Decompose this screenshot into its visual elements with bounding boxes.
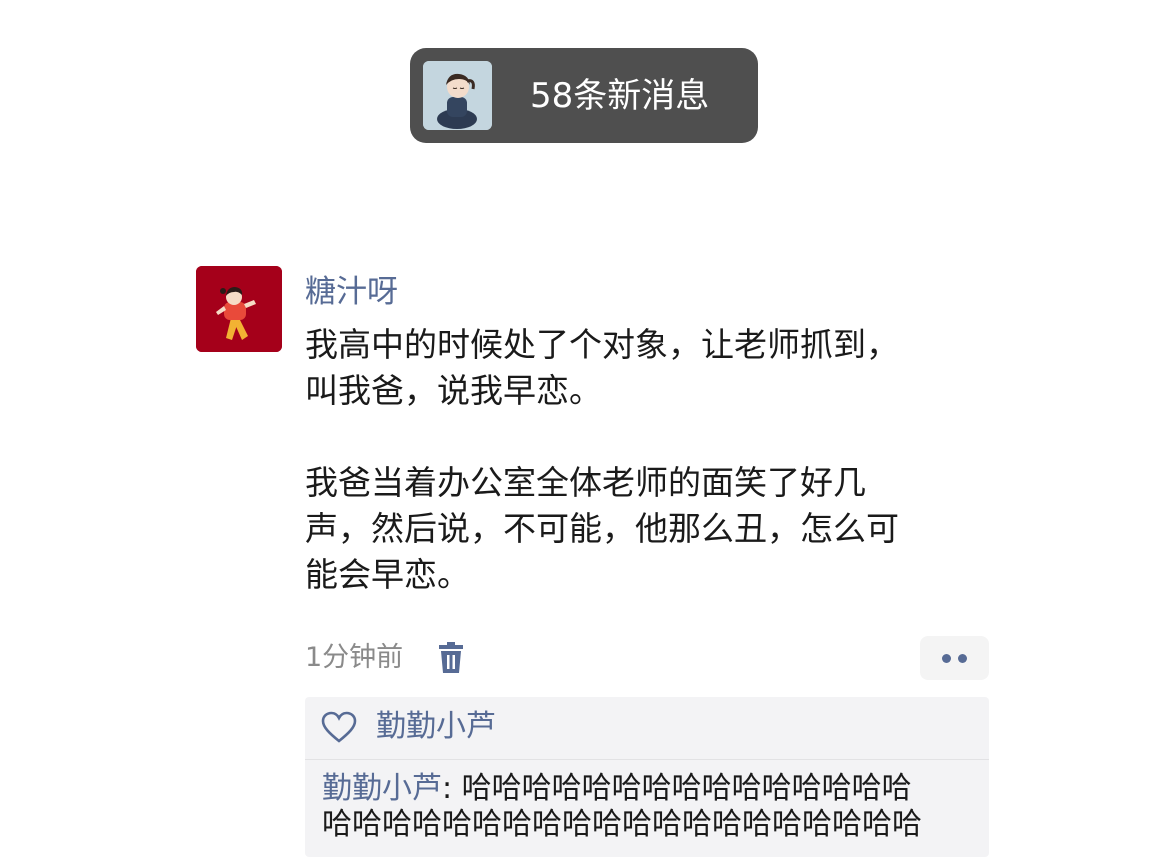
more-dots-icon — [942, 654, 951, 663]
trash-icon[interactable] — [437, 642, 465, 674]
likes-row: 勤勤小芦 — [305, 697, 989, 760]
author-avatar[interactable] — [196, 266, 282, 352]
girl-meditating-avatar-icon — [423, 61, 492, 130]
post-author-name[interactable]: 糖汁呀 — [305, 272, 398, 312]
post-line: 我爸当着办公室全体老师的面笑了好几 — [305, 463, 866, 502]
comment-text-line: 哈哈哈哈哈哈哈哈哈哈哈哈哈哈哈哈哈哈哈哈 — [322, 807, 922, 842]
like-user-name[interactable]: 勤勤小芦 — [376, 707, 496, 747]
post-line: 能会早恋。 — [305, 555, 470, 594]
more-dots-icon — [958, 654, 967, 663]
post-content: 我高中的时候处了个对象，让老师抓到， 叫我爸，说我早恋。 我爸当着办公室全体老师… — [305, 322, 1005, 598]
post-line: 声，然后说，不可能，他那么丑，怎么可 — [305, 509, 899, 548]
post-line: 叫我爸，说我早恋。 — [305, 371, 602, 410]
comment-line: 勤勤小芦: 哈哈哈哈哈哈哈哈哈哈哈哈哈哈哈 — [322, 771, 982, 807]
comment-author[interactable]: 勤勤小芦 — [322, 771, 442, 806]
toast-avatar — [423, 61, 492, 130]
new-messages-toast[interactable]: 58条新消息 — [410, 48, 758, 143]
post-paragraph: 我爸当着办公室全体老师的面笑了好几 声，然后说，不可能，他那么丑，怎么可 能会早… — [305, 460, 1005, 598]
cartoon-girl-avatar-icon — [196, 266, 282, 352]
heart-icon — [321, 711, 357, 743]
more-actions-button[interactable] — [920, 636, 989, 680]
comment-separator: : — [442, 771, 462, 806]
comment-item[interactable]: 勤勤小芦: 哈哈哈哈哈哈哈哈哈哈哈哈哈哈哈 哈哈哈哈哈哈哈哈哈哈哈哈哈哈哈哈哈哈… — [322, 771, 982, 843]
post-line: 我高中的时候处了个对象，让老师抓到， — [305, 325, 899, 364]
likes-comments-panel: 勤勤小芦 勤勤小芦: 哈哈哈哈哈哈哈哈哈哈哈哈哈哈哈 哈哈哈哈哈哈哈哈哈哈哈哈哈… — [305, 697, 989, 857]
new-messages-text: 58条新消息 — [530, 76, 710, 116]
comment-text: 哈哈哈哈哈哈哈哈哈哈哈哈哈哈哈 — [461, 771, 912, 806]
post-time: 1分钟前 — [305, 642, 404, 673]
post-paragraph: 我高中的时候处了个对象，让老师抓到， 叫我爸，说我早恋。 — [305, 322, 1005, 414]
